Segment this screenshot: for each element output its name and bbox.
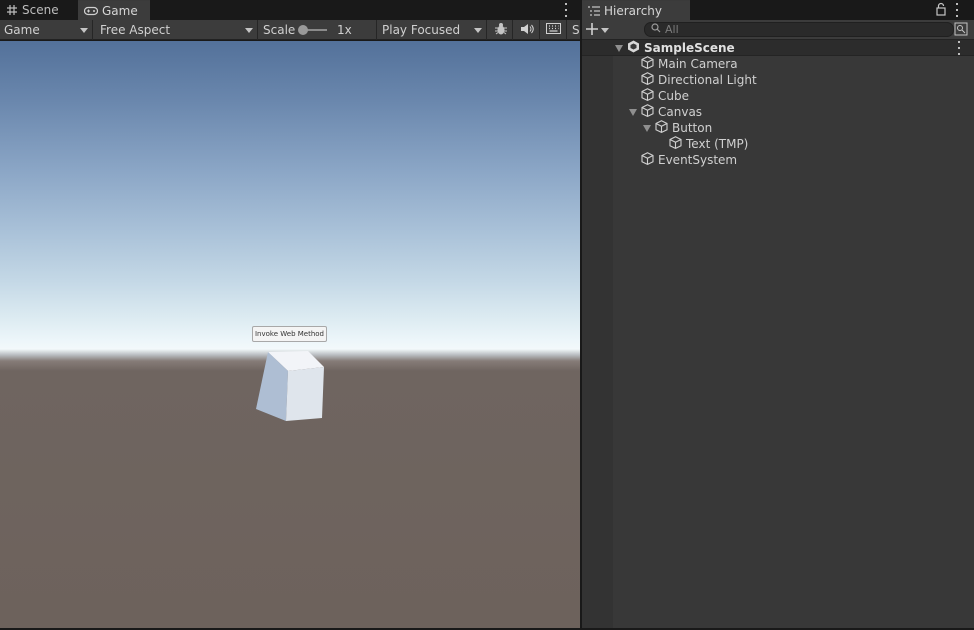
scene-row[interactable]: SampleScene bbox=[582, 40, 974, 56]
chevron-down-icon bbox=[601, 27, 609, 33]
stats-keyboard-button[interactable] bbox=[541, 20, 567, 40]
hierarchy-item-text-tmp[interactable]: Text (TMP) bbox=[669, 136, 748, 152]
scale-slider-handle[interactable] bbox=[298, 25, 308, 35]
stats-button-label: S bbox=[572, 23, 580, 37]
hierarchy-toolbar: All bbox=[582, 20, 974, 40]
aspect-dropdown-label: Free Aspect bbox=[100, 23, 171, 37]
hierarchy-item-canvas[interactable]: Canvas bbox=[629, 104, 702, 120]
grid-icon bbox=[6, 4, 18, 16]
invoke-web-method-button[interactable]: Invoke Web Method bbox=[252, 326, 327, 342]
display-dropdown[interactable]: Game bbox=[0, 20, 93, 40]
gameobject-cube-icon bbox=[641, 104, 654, 120]
hierarchy-item-label: Button bbox=[672, 121, 713, 135]
hierarchy-item-label: EventSystem bbox=[658, 153, 738, 167]
hierarchy-panel-menu-icon[interactable] bbox=[954, 3, 960, 17]
bug-icon bbox=[494, 22, 508, 39]
expand-arrow-icon[interactable] bbox=[629, 108, 637, 116]
tab-game-label: Game bbox=[102, 3, 138, 18]
game-tab-bar: Scene Game bbox=[0, 0, 580, 20]
scale-label: Scale bbox=[263, 23, 296, 37]
search-placeholder: All bbox=[665, 23, 679, 36]
hierarchy-item-eventsystem[interactable]: EventSystem bbox=[641, 152, 737, 168]
gameobject-cube-icon bbox=[669, 136, 682, 152]
scene-visibility-icon[interactable] bbox=[954, 22, 970, 38]
chevron-down-icon bbox=[245, 28, 253, 33]
lock-icon[interactable] bbox=[936, 2, 946, 19]
frame-debugger-button[interactable] bbox=[489, 20, 513, 40]
play-mode-label: Play Focused bbox=[382, 23, 461, 37]
speaker-icon bbox=[520, 23, 534, 38]
scene-menu-icon[interactable] bbox=[956, 41, 962, 55]
display-dropdown-label: Game bbox=[4, 23, 40, 37]
game-toolbar: Game Free Aspect Scale 1x Play Focused S bbox=[0, 20, 580, 40]
game-panel: Scene Game Game Free Aspect Scale 1x Pla… bbox=[0, 0, 580, 630]
tab-game[interactable]: Game bbox=[78, 0, 150, 20]
stats-button[interactable]: S bbox=[568, 20, 580, 40]
hierarchy-panel: Hierarchy All SampleScene Main Camera Di… bbox=[582, 0, 974, 630]
hierarchy-item-label: Directional Light bbox=[658, 73, 757, 87]
tab-hierarchy-label: Hierarchy bbox=[604, 3, 663, 18]
chevron-down-icon bbox=[474, 28, 482, 33]
search-icon bbox=[651, 23, 661, 36]
list-icon bbox=[588, 5, 600, 16]
keyboard-icon bbox=[546, 23, 561, 37]
hierarchy-item-cube[interactable]: Cube bbox=[641, 88, 689, 104]
gameobject-cube-icon bbox=[641, 152, 654, 168]
search-input[interactable]: All bbox=[644, 22, 954, 37]
gameobject-cube-icon bbox=[655, 120, 668, 136]
gamepad-icon bbox=[84, 6, 98, 16]
gameobject-cube-icon bbox=[641, 88, 654, 104]
chevron-down-icon bbox=[80, 28, 88, 33]
plus-icon bbox=[586, 22, 598, 38]
expand-arrow-icon[interactable] bbox=[643, 124, 651, 132]
mute-audio-button[interactable] bbox=[514, 20, 540, 40]
unity-scene-icon bbox=[627, 40, 640, 56]
hierarchy-item-main-camera[interactable]: Main Camera bbox=[641, 56, 738, 72]
scale-value: 1x bbox=[337, 23, 352, 37]
hierarchy-item-label: Canvas bbox=[658, 105, 703, 119]
scale-control: Scale 1x bbox=[259, 20, 377, 40]
cube-object bbox=[256, 351, 324, 421]
play-mode-dropdown[interactable]: Play Focused bbox=[378, 20, 487, 40]
invoke-web-method-label: Invoke Web Method bbox=[254, 330, 324, 338]
hierarchy-tab-bar: Hierarchy bbox=[582, 0, 974, 20]
scene-name: SampleScene bbox=[644, 41, 735, 55]
hierarchy-item-label: Main Camera bbox=[658, 57, 738, 71]
scene-header: SampleScene bbox=[615, 40, 735, 56]
hierarchy-item-directional-light[interactable]: Directional Light bbox=[641, 72, 757, 88]
tab-scene-label: Scene bbox=[22, 3, 59, 17]
game-viewport[interactable]: Invoke Web Method bbox=[0, 41, 580, 628]
create-button[interactable] bbox=[586, 20, 614, 40]
tab-scene[interactable]: Scene bbox=[0, 0, 76, 20]
tab-hierarchy[interactable]: Hierarchy bbox=[582, 0, 690, 20]
gameobject-cube-icon bbox=[641, 56, 654, 72]
hierarchy-tree: SampleScene Main Camera Directional Ligh… bbox=[582, 40, 974, 628]
game-panel-menu-icon[interactable] bbox=[563, 3, 569, 17]
gameobject-cube-icon bbox=[641, 72, 654, 88]
hierarchy-gutter bbox=[582, 40, 613, 628]
hierarchy-item-label: Text (TMP) bbox=[686, 137, 749, 151]
hierarchy-item-button[interactable]: Button bbox=[643, 120, 712, 136]
expand-arrow-icon[interactable] bbox=[615, 44, 623, 52]
aspect-dropdown[interactable]: Free Aspect bbox=[96, 20, 258, 40]
hierarchy-item-label: Cube bbox=[658, 89, 689, 103]
